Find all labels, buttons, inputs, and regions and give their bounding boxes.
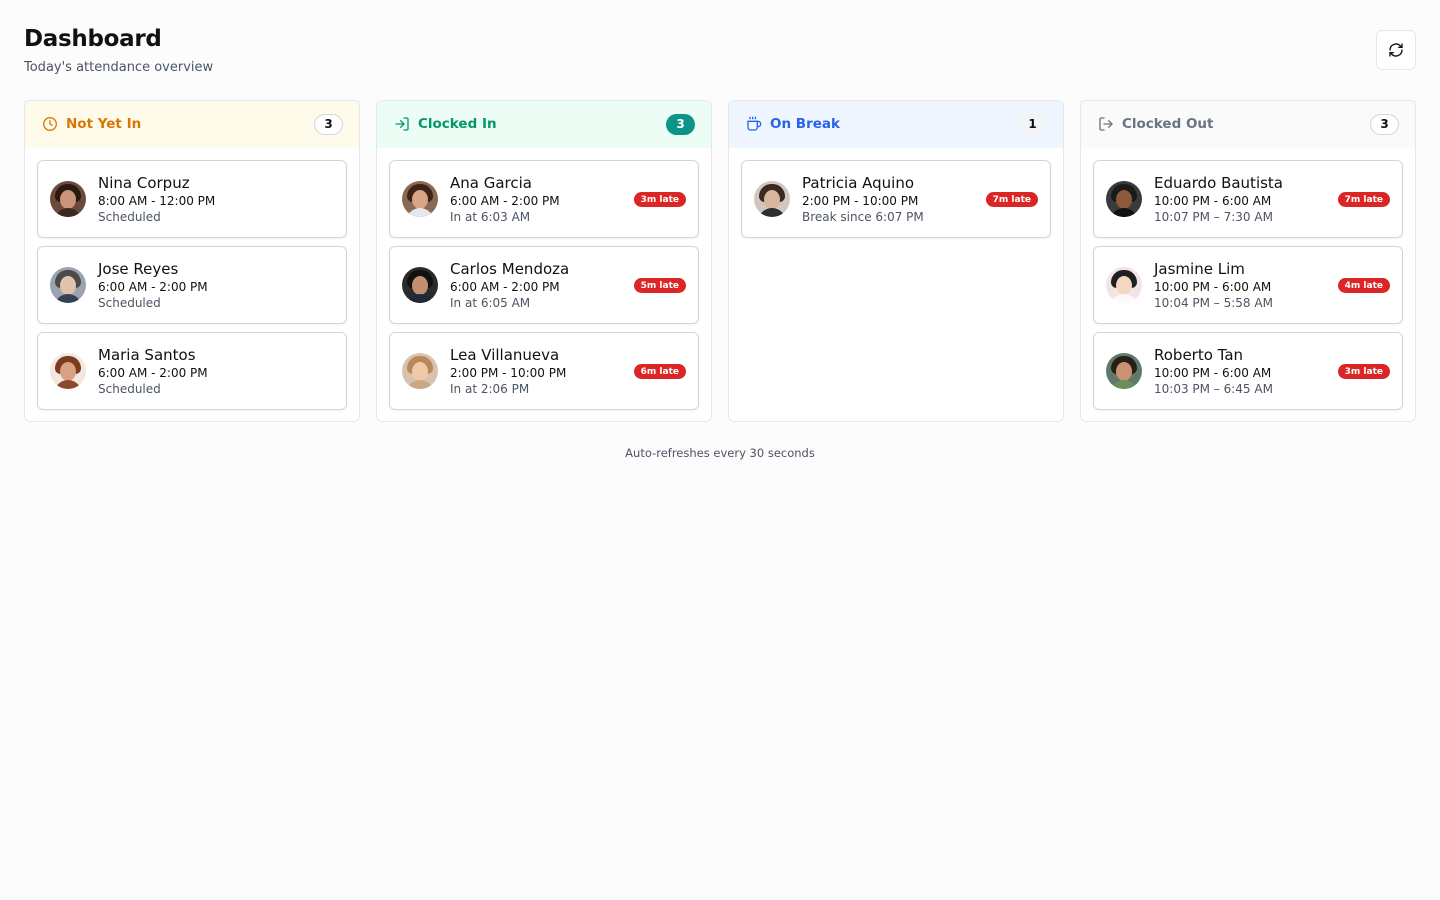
employee-card[interactable]: Patricia Aquino 2:00 PM - 10:00 PM Break… [741, 160, 1051, 238]
employee-name: Maria Santos [98, 345, 196, 364]
status-detail: Break since 6:07 PM [802, 209, 924, 224]
employee-card[interactable]: Eduardo Bautista 10:00 PM - 6:00 AM 10:0… [1093, 160, 1403, 238]
avatar [754, 181, 790, 217]
avatar [1106, 267, 1142, 303]
employee-name: Ana Garcia [450, 173, 532, 192]
column-title: Clocked Out [1122, 116, 1214, 132]
column-header: Clocked In 3 [377, 101, 711, 148]
avatar [50, 267, 86, 303]
page-title: Dashboard [24, 26, 162, 52]
attendance-board: Not Yet In 3 Nina Corpuz 8:00 AM - 12:00… [24, 100, 1416, 422]
clock-icon [41, 115, 59, 133]
status-detail: Scheduled [98, 381, 161, 396]
column-title: Not Yet In [66, 116, 142, 132]
count-badge: 3 [666, 113, 695, 135]
avatar [1106, 353, 1142, 389]
avatar [402, 181, 438, 217]
count-badge: 3 [314, 113, 343, 135]
employee-card[interactable]: Lea Villanueva 2:00 PM - 10:00 PM In at … [389, 332, 699, 410]
employee-name: Lea Villanueva [450, 345, 560, 364]
refresh-button[interactable] [1376, 30, 1416, 70]
column-title: On Break [770, 116, 840, 132]
employee-card[interactable]: Maria Santos 6:00 AM - 2:00 PM Scheduled [37, 332, 347, 410]
count-badge: 3 [1370, 113, 1399, 135]
late-badge: 7m late [985, 192, 1038, 207]
shift-time: 6:00 AM - 2:00 PM [98, 365, 208, 380]
employee-name: Carlos Mendoza [450, 259, 570, 278]
page-header: Dashboard Today's attendance overview [24, 26, 213, 75]
employee-name: Nina Corpuz [98, 173, 190, 192]
status-detail: In at 2:06 PM [450, 381, 530, 396]
late-badge: 6m late [633, 364, 686, 379]
employee-name: Jasmine Lim [1154, 259, 1245, 278]
employee-name: Roberto Tan [1154, 345, 1244, 364]
employee-card[interactable]: Nina Corpuz 8:00 AM - 12:00 PM Scheduled [37, 160, 347, 238]
status-detail: 10:03 PM – 6:45 AM [1154, 381, 1273, 396]
late-badge: 5m late [633, 278, 686, 293]
shift-time: 6:00 AM - 2:00 PM [98, 279, 208, 294]
status-detail: 10:07 PM – 7:30 AM [1154, 209, 1273, 224]
avatar [50, 353, 86, 389]
employee-card[interactable]: Ana Garcia 6:00 AM - 2:00 PM In at 6:03 … [389, 160, 699, 238]
late-badge: 3m late [1337, 364, 1390, 379]
employee-name: Jose Reyes [98, 259, 179, 278]
avatar [1106, 181, 1142, 217]
employee-card[interactable]: Jasmine Lim 10:00 PM - 6:00 AM 10:04 PM … [1093, 246, 1403, 324]
log-in-icon [393, 115, 411, 133]
refresh-icon [1389, 43, 1403, 57]
status-detail: 10:04 PM – 5:58 AM [1154, 295, 1273, 310]
shift-time: 8:00 AM - 12:00 PM [98, 193, 216, 208]
employee-card[interactable]: Carlos Mendoza 6:00 AM - 2:00 PM In at 6… [389, 246, 699, 324]
column-on-break: On Break 1 Patricia Aquino 2:00 PM - 10:… [728, 100, 1064, 422]
status-detail: Scheduled [98, 295, 161, 310]
page-subtitle: Today's attendance overview [24, 60, 214, 75]
column-title: Clocked In [418, 116, 497, 132]
late-badge: 7m late [1337, 192, 1390, 207]
employee-card[interactable]: Jose Reyes 6:00 AM - 2:00 PM Scheduled [37, 246, 347, 324]
avatar [50, 181, 86, 217]
late-badge: 4m late [1337, 278, 1390, 293]
column-clocked-in: Clocked In 3 Ana Garcia 6:00 AM - 2:00 P… [376, 100, 712, 422]
auto-refresh-note: Auto-refreshes every 30 seconds [625, 446, 815, 460]
status-detail: Scheduled [98, 209, 161, 224]
column-header: Not Yet In 3 [25, 101, 359, 148]
avatar [402, 267, 438, 303]
column-header: Clocked Out 3 [1081, 101, 1415, 148]
avatar [402, 353, 438, 389]
status-detail: In at 6:05 AM [450, 295, 531, 310]
status-detail: In at 6:03 AM [450, 209, 531, 224]
column-clocked-out: Clocked Out 3 Eduardo Bautista 10:00 PM … [1080, 100, 1416, 422]
coffee-icon [745, 115, 763, 133]
column-header: On Break 1 [729, 101, 1063, 148]
employee-card[interactable]: Roberto Tan 10:00 PM - 6:00 AM 10:03 PM … [1093, 332, 1403, 410]
employee-name: Patricia Aquino [802, 173, 915, 192]
late-badge: 3m late [633, 192, 686, 207]
log-out-icon [1097, 115, 1115, 133]
employee-name: Eduardo Bautista [1154, 173, 1283, 192]
column-not-yet-in: Not Yet In 3 Nina Corpuz 8:00 AM - 12:00… [24, 100, 360, 422]
count-badge: 1 [1018, 113, 1047, 135]
